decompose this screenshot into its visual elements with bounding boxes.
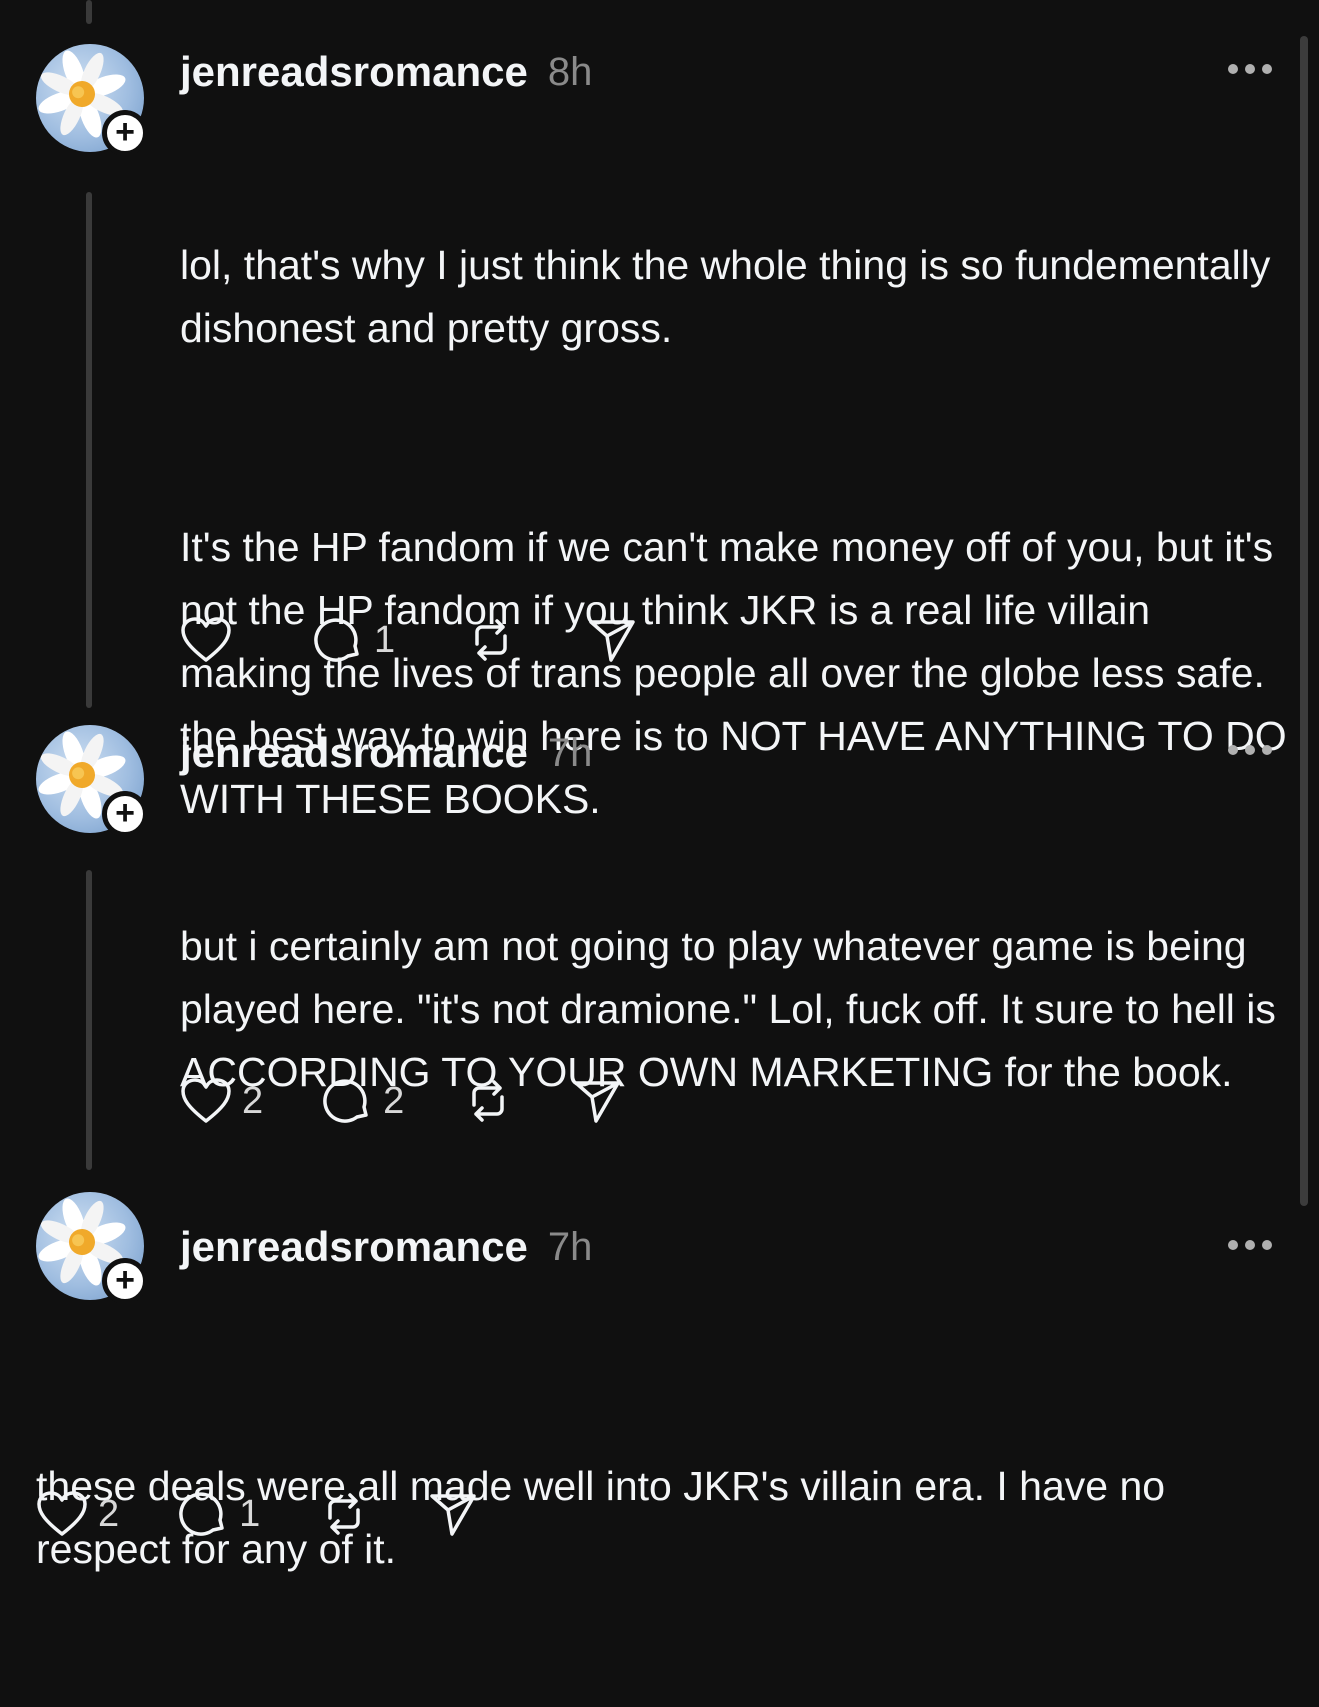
send-icon: [430, 1494, 477, 1536]
comment-icon: [314, 618, 359, 662]
heart-icon: [181, 1078, 231, 1123]
send-icon: [589, 620, 635, 662]
follow-plus-icon[interactable]: +: [102, 110, 148, 156]
like-count: 2: [242, 1079, 264, 1122]
post-body: but i certainly am not going to play wha…: [180, 789, 1290, 1230]
action-bar: 1: [180, 612, 697, 668]
reply-count: 1: [374, 618, 396, 661]
repost-button[interactable]: [318, 1490, 370, 1538]
timestamp: 8h: [547, 49, 593, 94]
post-paragraph: lol, that's why I just think the whole t…: [180, 242, 1282, 351]
timestamp: 7h: [547, 1224, 593, 1269]
share-button[interactable]: [428, 1490, 480, 1538]
heart-icon: [181, 617, 231, 662]
more-icon[interactable]: [1226, 741, 1274, 761]
follow-plus-icon[interactable]: +: [102, 1258, 148, 1304]
scrollbar[interactable]: [1300, 36, 1308, 1206]
action-bar: 2 2: [180, 1073, 682, 1129]
heart-icon: [37, 1491, 87, 1536]
like-button[interactable]: [180, 616, 242, 664]
thread-connector-2: [86, 870, 92, 1170]
repost-icon: [472, 1080, 505, 1122]
reply-count: 2: [383, 1079, 405, 1122]
comment-icon: [179, 1492, 224, 1536]
post-header: jenreadsromance 8h: [180, 44, 592, 100]
reply-button[interactable]: 1: [177, 1490, 260, 1538]
username[interactable]: jenreadsromance: [180, 729, 528, 777]
more-icon[interactable]: [1226, 1236, 1274, 1256]
reply-button[interactable]: 2: [321, 1077, 404, 1125]
post-paragraph: It's the HP fandom if we can't make mone…: [180, 524, 1299, 822]
like-button[interactable]: 2: [180, 1077, 263, 1125]
share-button[interactable]: [572, 1077, 624, 1125]
action-bar: 2 1: [36, 1486, 538, 1542]
post-header: jenreadsromance 7h: [180, 1219, 592, 1275]
repost-icon: [475, 619, 507, 661]
repost-button[interactable]: [465, 616, 517, 664]
post-header: jenreadsromance 7h: [180, 725, 592, 781]
like-button[interactable]: 2: [36, 1490, 119, 1538]
reply-button[interactable]: 1: [312, 616, 395, 664]
reply-count: 1: [239, 1492, 261, 1535]
follow-plus-icon[interactable]: +: [102, 791, 148, 837]
repost-icon: [328, 1493, 361, 1535]
repost-button[interactable]: [462, 1077, 514, 1125]
send-icon: [574, 1081, 621, 1123]
thread-connector-top: [86, 0, 92, 24]
share-button[interactable]: [587, 616, 639, 664]
username[interactable]: jenreadsromance: [180, 48, 528, 96]
timestamp: 7h: [547, 730, 593, 775]
username[interactable]: jenreadsromance: [180, 1223, 528, 1271]
thread-connector-1: [86, 192, 92, 708]
like-count: 2: [98, 1492, 120, 1535]
more-icon[interactable]: [1226, 60, 1274, 80]
comment-icon: [323, 1079, 368, 1123]
